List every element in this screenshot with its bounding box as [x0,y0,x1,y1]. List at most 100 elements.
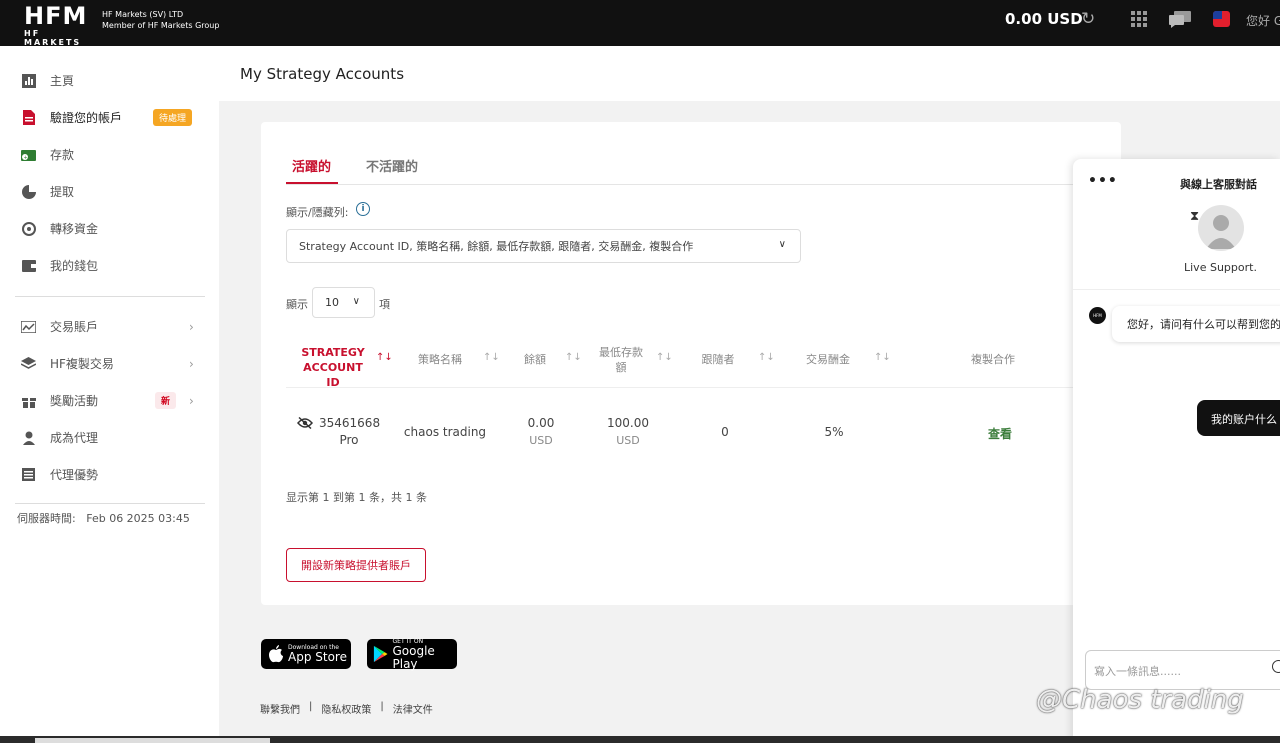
server-time-label: 伺服器時間: [17,512,76,525]
sidebar-item-label: 提取 [50,185,75,199]
table-cell-id: 35461668 Pro [319,415,381,449]
taskbar-strip [0,736,1280,743]
col-header-fee[interactable]: 交易酬金 [798,352,858,367]
bar-chart-icon [21,73,36,88]
apple-icon [269,645,283,663]
table-info: 显示第 1 到第 1 条，共 1 条 [286,491,427,504]
sidebar-item-label: 主頁 [50,74,75,88]
refresh-icon[interactable]: ↻ [1081,9,1095,29]
entries-value: 10 [325,296,339,309]
hfm-logo[interactable]: HFM HF MARKETS [24,2,96,47]
sidebar-item-home[interactable]: 主頁 [0,62,219,99]
watermark: @Chaos trading [1036,685,1244,715]
chat-title: 與線上客服對話 [1180,178,1257,191]
wallet-icon [21,258,36,273]
company-info: HF Markets (SV) LTD Member of HF Markets… [102,9,219,31]
sidebar-item-transfer[interactable]: 轉移資金 [0,210,219,247]
sidebar-item-copy-trading[interactable]: HF複製交易 › [0,345,219,382]
view-copy-link[interactable]: 查看 [988,425,1012,442]
sidebar-item-promotions[interactable]: 獎勵活動 新 › [0,382,219,419]
sort-icon[interactable]: ↑↓ [483,352,500,363]
hourglass-icon: ⧗ [1190,209,1200,224]
apps-grid-icon[interactable] [1131,11,1147,27]
chart-line-icon [21,319,36,334]
user-greeting[interactable]: 您好 G [1246,12,1280,29]
live-chat-widget: ••• 與線上客服對話 ⧗ Live Support. HFM 您好，请问有什么… [1073,159,1280,743]
tab-active[interactable]: 活躍的 [292,156,331,175]
sidebar-item-label: 成為代理 [50,431,99,445]
min-deposit-value: 100.00 [607,416,649,430]
logo-text: HFM [24,2,88,30]
columns-select-value: Strategy Account ID, 策略名稱, 餘額, 最低存款額, 跟隨… [299,240,694,253]
footer-legal-link[interactable]: 法律文件 [393,701,433,716]
entries-per-page-select[interactable]: 10 ∨ [312,287,375,318]
chat-message-input[interactable]: 寫入一條訊息...... [1085,650,1280,690]
table-cell-followers: 0 [721,425,729,439]
header-text: STRATEGY [301,346,365,359]
min-deposit-currency: USD [616,434,640,447]
sort-icon[interactable]: ↑↓ [376,352,393,363]
footer-privacy-link[interactable]: 隐私权政策 [321,701,371,716]
company-group: Member of HF Markets Group [102,21,220,30]
open-strategy-account-button[interactable]: 開設新策略提供者賬戶 [286,548,426,582]
sidebar-item-verify-account[interactable]: 驗證您的帳戶 待處理 [0,99,219,136]
emoji-icon[interactable] [1272,660,1280,673]
header-text: 最低存款 [599,346,643,359]
col-header-strategy-id[interactable]: STRATEGY ACCOUNT ID [297,345,369,390]
tabs-divider [286,184,1121,185]
sidebar-item-label: 獎勵活動 [50,394,99,408]
page-title: My Strategy Accounts [240,65,405,83]
sidebar-item-trading-accounts[interactable]: 交易賬戶 › [0,308,219,345]
strategy-id: 35461668 [319,416,381,430]
language-flag-icon[interactable] [1213,11,1230,27]
col-header-min-deposit[interactable]: 最低存款 額 [594,345,648,375]
document-icon [21,110,36,125]
sort-icon[interactable]: ↑↓ [758,352,775,363]
sidebar-item-agent-benefits[interactable]: 代理優勢 [0,456,219,493]
sidebar-item-become-agent[interactable]: 成為代理 [0,419,219,456]
sidebar-divider [15,503,205,504]
hide-eye-icon[interactable] [297,417,313,429]
chevron-down-icon: ∨ [352,296,360,307]
col-header-name[interactable]: 策略名稱 [411,352,469,367]
google-play-big: Google Play [392,643,435,671]
server-time-value: Feb 06 2025 03:45 [86,512,190,525]
chevron-down-icon: ∨ [778,239,786,250]
info-icon[interactable]: i [356,202,370,216]
sort-icon[interactable]: ↑↓ [565,352,582,363]
header-text: ACCOUNT ID [303,361,363,389]
pie-icon [21,184,36,199]
logo-subtext: HF MARKETS [24,29,82,47]
footer-contact-link[interactable]: 聯繫我們 [260,701,300,716]
col-header-copy: 複製合作 [971,353,1015,366]
google-play-button[interactable]: GET IT ON Google Play [367,638,457,671]
account-type: Pro [339,433,359,447]
chat-icon[interactable] [1168,11,1192,28]
transfer-icon [21,221,36,236]
table-cell-fee: 5% [824,425,844,439]
entries-prefix: 顯示 [286,298,308,311]
more-options-icon[interactable]: ••• [1088,173,1118,189]
table-cell-min-deposit: 100.00 USD [598,415,658,449]
sidebar-item-withdraw[interactable]: 提取 [0,173,219,210]
col-header-followers[interactable]: 跟隨者 [694,352,742,367]
sidebar: 主頁 驗證您的帳戶 待處理 + 存款 提取 轉移資金 我的錢包 交易賬戶 › H… [0,46,219,736]
sort-icon[interactable]: ↑↓ [874,352,891,363]
hfm-chat-logo: HFM [1089,307,1106,324]
tab-inactive[interactable]: 不活躍的 [366,156,418,175]
entries-suffix: 項 [379,298,390,311]
col-header-balance[interactable]: 餘額 [516,352,554,367]
sidebar-item-label: 存款 [50,148,75,162]
sidebar-item-wallet[interactable]: 我的錢包 [0,247,219,284]
app-store-button[interactable]: Download on the App Store [261,639,351,669]
table-cell-balance: 0.00 USD [516,415,566,449]
chevron-right-icon: › [189,393,194,408]
sidebar-item-deposit[interactable]: + 存款 [0,136,219,173]
sidebar-divider [15,296,205,297]
sort-icon[interactable]: ↑↓ [656,352,673,363]
sidebar-item-label: 轉移資金 [50,222,99,236]
chevron-right-icon: › [189,319,194,334]
columns-select[interactable]: Strategy Account ID, 策略名稱, 餘額, 最低存款額, 跟隨… [286,229,801,263]
company-name: HF Markets (SV) LTD [102,10,184,19]
gift-icon [21,393,36,408]
